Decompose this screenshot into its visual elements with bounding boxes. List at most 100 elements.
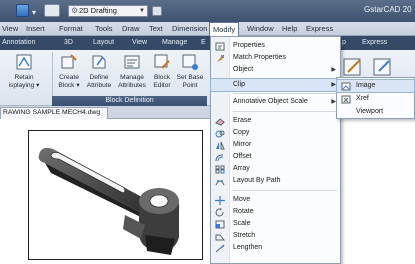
tab-express[interactable]: Express xyxy=(362,39,387,46)
button-label: Define xyxy=(89,74,109,81)
menu-view[interactable]: View xyxy=(2,24,18,33)
button-label: Attribute xyxy=(86,81,112,89)
menu-format[interactable]: Format xyxy=(59,24,83,33)
menu-item-properties[interactable]: Properties xyxy=(211,40,340,52)
menu-item-label: Annotative Object Scale xyxy=(233,98,308,105)
drawing-canvas[interactable] xyxy=(0,120,415,264)
gear-icon: ⚙ xyxy=(71,6,79,15)
tab-manage[interactable]: Manage xyxy=(162,39,187,46)
menu-item-label: Erase xyxy=(233,117,252,124)
mirror-icon xyxy=(215,141,225,150)
button-label: Editor xyxy=(153,81,171,89)
button-label: Set Base xyxy=(176,74,204,81)
modify-menu: Properties Match Properties Object ▶ Cli… xyxy=(210,36,341,264)
ribbon-tab-bar: Annotation 3D Layout View Manage E p Exp… xyxy=(0,36,415,50)
menu-item-label: Move xyxy=(233,196,251,203)
properties-icon xyxy=(215,42,225,51)
menu-bar: View Insert Format Tools Draw Text Dimen… xyxy=(0,22,415,36)
document-tab[interactable]: RAWING SAMPLE MECH4.dwg xyxy=(0,107,108,119)
menu-item-erase[interactable]: Erase xyxy=(211,115,340,127)
button-label: Manage xyxy=(120,74,144,81)
ribbon-tool-icon[interactable] xyxy=(342,56,364,78)
submenu-item-label: Viewport xyxy=(356,108,384,115)
menu-text[interactable]: Text xyxy=(149,24,163,33)
clip-submenu: Image Xref Viewport xyxy=(336,77,415,119)
tab-view[interactable]: View xyxy=(132,39,147,46)
define-attribute-button[interactable]: Define Attribute xyxy=(84,52,114,89)
quick-access-button[interactable] xyxy=(44,4,60,17)
quick-access-more-button[interactable] xyxy=(152,6,162,16)
block-editor-icon xyxy=(152,52,172,72)
menu-modify[interactable]: Modify xyxy=(209,22,240,36)
menu-item-label: Object xyxy=(233,66,254,73)
menu-item-clip[interactable]: Clip ▶ xyxy=(210,78,341,92)
ribbon-tool-icon[interactable] xyxy=(372,56,394,78)
button-label: Block xyxy=(153,74,171,81)
menu-item-array[interactable]: Array xyxy=(211,163,340,175)
eraser-icon xyxy=(215,117,225,126)
menu-item-label: Clip xyxy=(233,81,246,88)
submenu-item-label: Xref xyxy=(356,95,369,102)
menu-insert[interactable]: Insert xyxy=(26,24,45,33)
xref-icon xyxy=(341,95,351,104)
block-editor-button[interactable]: Block Editor xyxy=(150,52,174,89)
submenu-item-xref[interactable]: Xref xyxy=(337,93,414,105)
menu-item-label: Copy xyxy=(233,129,250,136)
manage-attributes-icon xyxy=(122,52,142,72)
submenu-item-viewport[interactable]: Viewport xyxy=(337,106,414,118)
menu-item-label: Offset xyxy=(233,153,252,160)
tab-e[interactable]: E xyxy=(201,39,206,46)
app-logo-icon[interactable] xyxy=(16,4,29,17)
create-block-icon xyxy=(59,52,79,72)
set-base-point-button[interactable]: Set Base Point xyxy=(175,52,205,89)
menu-item-annotative-object-scale[interactable]: Annotative Object Scale ▶ xyxy=(211,96,340,108)
menu-item-label: Mirror xyxy=(233,141,252,148)
scale-icon xyxy=(215,220,225,229)
menu-item-move[interactable]: Move xyxy=(211,194,340,206)
array-icon xyxy=(215,165,225,174)
menu-item-label: Array xyxy=(233,165,250,172)
menu-express[interactable]: Express xyxy=(306,24,333,33)
move-icon xyxy=(215,196,225,205)
button-label: isplaying ▾ xyxy=(8,81,40,89)
chevron-down-icon: ▼ xyxy=(139,8,145,14)
retain-displaying-button[interactable]: Retain isplaying ▾ xyxy=(1,52,47,89)
menu-draw[interactable]: Draw xyxy=(122,24,140,33)
title-bar: ▾ ⚙ 2D Drafting ▼ GstarCAD 20 xyxy=(0,0,415,22)
manage-attributes-button[interactable]: Manage Attributes xyxy=(115,52,149,89)
menu-item-layout-by-path[interactable]: Layout By Path xyxy=(211,175,340,187)
image-icon xyxy=(341,82,351,91)
tab-layout[interactable]: Layout xyxy=(93,39,114,46)
menu-dimension[interactable]: Dimension xyxy=(172,24,207,33)
submenu-arrow-icon: ▶ xyxy=(331,67,336,73)
menu-item-stretch[interactable]: Stretch xyxy=(211,230,340,242)
menu-item-rotate[interactable]: Rotate xyxy=(211,206,340,218)
menu-item-label: Stretch xyxy=(233,232,256,239)
define-attribute-icon xyxy=(89,52,109,72)
layout-by-path-icon xyxy=(215,177,225,186)
menu-tools[interactable]: Tools xyxy=(95,24,113,33)
tab-annotation[interactable]: Annotation xyxy=(2,39,35,46)
menu-item-copy[interactable]: Copy xyxy=(211,127,340,139)
workspace-value: 2D Drafting xyxy=(79,6,117,15)
menu-item-object[interactable]: Object ▶ xyxy=(211,64,340,76)
lengthen-icon xyxy=(215,244,225,253)
tab-3d[interactable]: 3D xyxy=(64,39,73,46)
menu-item-lengthen[interactable]: Lengthen xyxy=(211,242,340,254)
retain-icon xyxy=(14,52,34,72)
menu-separator xyxy=(233,190,337,191)
stretch-icon xyxy=(215,232,226,241)
submenu-item-image[interactable]: Image xyxy=(336,79,415,93)
menu-item-match-properties[interactable]: Match Properties xyxy=(211,52,340,64)
workspace-select[interactable]: ⚙ 2D Drafting ▼ xyxy=(68,5,148,17)
submenu-item-label: Image xyxy=(356,82,376,89)
menu-item-label: Rotate xyxy=(233,208,254,215)
tab-p[interactable]: p xyxy=(342,39,346,46)
menu-window[interactable]: Window xyxy=(247,24,274,33)
menu-item-offset[interactable]: Offset xyxy=(211,151,340,163)
drawing-viewport[interactable] xyxy=(28,130,203,260)
create-block-button[interactable]: Create Block ▾ xyxy=(55,52,83,89)
menu-item-mirror[interactable]: Mirror xyxy=(211,139,340,151)
menu-item-scale[interactable]: Scale xyxy=(211,218,340,230)
menu-help[interactable]: Help xyxy=(282,24,297,33)
